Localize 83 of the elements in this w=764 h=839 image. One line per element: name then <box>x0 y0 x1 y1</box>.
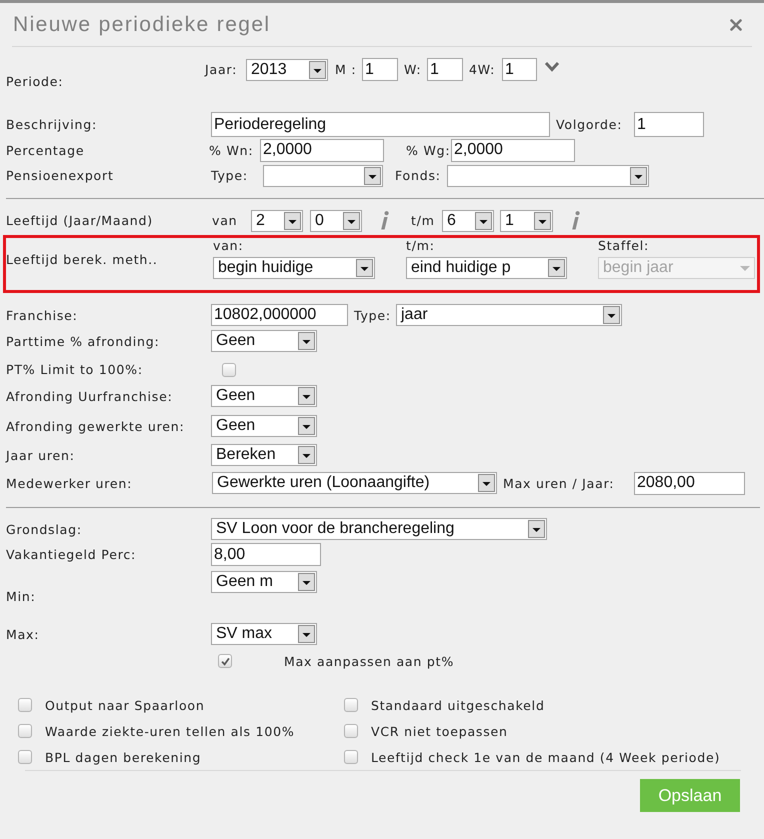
select-field[interactable]: SV max <box>211 623 317 645</box>
field-label: Franchise: <box>6 308 78 322</box>
input-field[interactable]: 1 <box>427 58 463 81</box>
select-field[interactable]: Geen <box>211 415 317 437</box>
close-icon[interactable] <box>730 18 742 30</box>
checkbox[interactable] <box>344 724 358 738</box>
select-field[interactable]: 0 <box>310 210 362 232</box>
field-label: Medewerker uren: <box>6 476 132 490</box>
field-label: Jaar uren: <box>6 448 75 462</box>
select-field[interactable]: Geen <box>211 330 317 352</box>
check-icon <box>220 656 230 666</box>
field-label: Staffel: <box>598 238 650 253</box>
field-label: Volgorde: <box>556 117 622 132</box>
field-label: Leeftijd berek. meth.. <box>6 252 158 267</box>
input-field[interactable]: 2080,00 <box>634 472 745 494</box>
field-label: Fonds: <box>395 168 441 183</box>
select-field[interactable]: Bereken <box>211 444 317 466</box>
checkbox[interactable] <box>218 654 232 668</box>
info-icon[interactable] <box>571 211 580 230</box>
field-label: Beschrijving: <box>6 117 97 132</box>
select-field[interactable]: 2 <box>251 210 303 232</box>
select-field[interactable]: begin huidige <box>213 257 375 279</box>
input-field[interactable]: 1 <box>502 58 537 81</box>
field-label: Waarde ziekte-uren tellen als 100% <box>45 724 295 738</box>
field-label: Afronding gewerkte uren: <box>6 418 184 434</box>
info-icon[interactable] <box>380 211 389 230</box>
checkbox[interactable] <box>222 362 236 376</box>
dialog-title: Nieuwe periodieke regel <box>13 12 270 38</box>
field-label: Type: <box>211 168 248 183</box>
field-label: BPL dagen berekening <box>45 750 202 764</box>
field-label: Max uren / Jaar: <box>503 476 614 490</box>
checkbox[interactable] <box>18 724 32 738</box>
field-label: t/m <box>411 213 435 228</box>
field-label: % Wg: <box>406 142 450 158</box>
select-field[interactable]: jaar <box>396 304 622 326</box>
select-field[interactable]: SV Loon voor de brancheregeling <box>211 518 547 540</box>
field-label: M : <box>335 62 356 77</box>
select-field[interactable] <box>447 164 649 186</box>
field-label: PT% Limit to 100%: <box>6 362 143 377</box>
field-label: Periode: <box>6 74 64 89</box>
field-label: Grondslag: <box>6 522 82 536</box>
field-label: van <box>212 213 238 228</box>
field-label: Max aanpassen aan pt% <box>284 654 454 668</box>
field-label: t/m: <box>406 238 435 253</box>
field-label: % Wn: <box>209 142 254 158</box>
field-label: VCR niet toepassen <box>371 724 508 738</box>
input-field[interactable]: 1 <box>634 112 704 137</box>
field-label: Percentage <box>6 142 84 158</box>
field-label: Max: <box>6 626 40 642</box>
select-field[interactable]: Gewerkte uren (Loonaangifte) <box>212 472 497 494</box>
select-field[interactable]: 6 <box>442 210 494 232</box>
field-label: Output naar Spaarloon <box>45 698 205 712</box>
checkbox[interactable] <box>344 750 358 764</box>
field-label: Type: <box>354 308 391 322</box>
select-field[interactable]: eind huidige p <box>406 257 567 279</box>
field-label: Jaar: <box>205 62 238 77</box>
select-field[interactable]: 1 <box>500 210 553 232</box>
checkbox[interactable] <box>344 698 358 712</box>
field-label: Standaard uitgeschakeld <box>371 698 545 712</box>
checkbox[interactable] <box>18 698 32 712</box>
field-label: van: <box>213 238 244 253</box>
input-field[interactable]: 8,00 <box>211 543 321 566</box>
input-field[interactable]: Perioderegeling <box>211 112 550 137</box>
select-field[interactable]: 2013 <box>246 58 328 80</box>
chevron-down-icon[interactable] <box>544 61 560 72</box>
field-label: Leeftijd check 1e van de maand (4 Week periode) <box>371 750 720 764</box>
dropdown-arrow-icon <box>740 266 750 270</box>
field-label: W: <box>404 62 422 77</box>
input-field[interactable]: 2,0000 <box>260 138 384 162</box>
input-field[interactable]: 10802,000000 <box>211 304 348 326</box>
input-field[interactable]: 1 <box>362 58 398 81</box>
select-field[interactable]: Geen m <box>211 571 317 593</box>
field-label: Leeftijd (Jaar/Maand) <box>6 213 153 228</box>
field-label: 4W: <box>469 62 496 77</box>
checkbox[interactable] <box>18 750 32 764</box>
field-label: Min: <box>6 589 36 604</box>
select-field[interactable]: Geen <box>211 385 317 407</box>
field-label: Afronding Uurfranchise: <box>6 388 173 404</box>
field-label: Parttime % afronding: <box>6 334 160 348</box>
select-field[interactable] <box>263 164 383 186</box>
field-label: Pensioenexport <box>6 168 114 183</box>
field-label: Vakantiegeld Perc: <box>6 547 136 562</box>
input-field[interactable]: 2,0000 <box>451 138 575 162</box>
